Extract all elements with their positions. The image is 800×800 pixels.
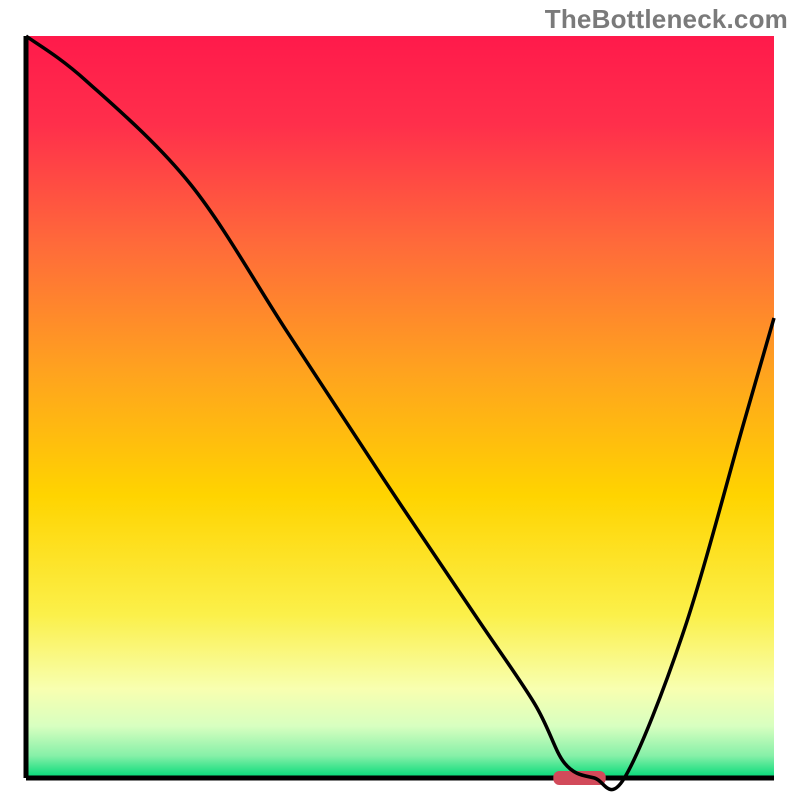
plot-background — [26, 36, 774, 778]
chart-container: TheBottleneck.com — [0, 0, 800, 800]
chart-svg — [0, 0, 800, 800]
watermark-text: TheBottleneck.com — [545, 4, 788, 35]
